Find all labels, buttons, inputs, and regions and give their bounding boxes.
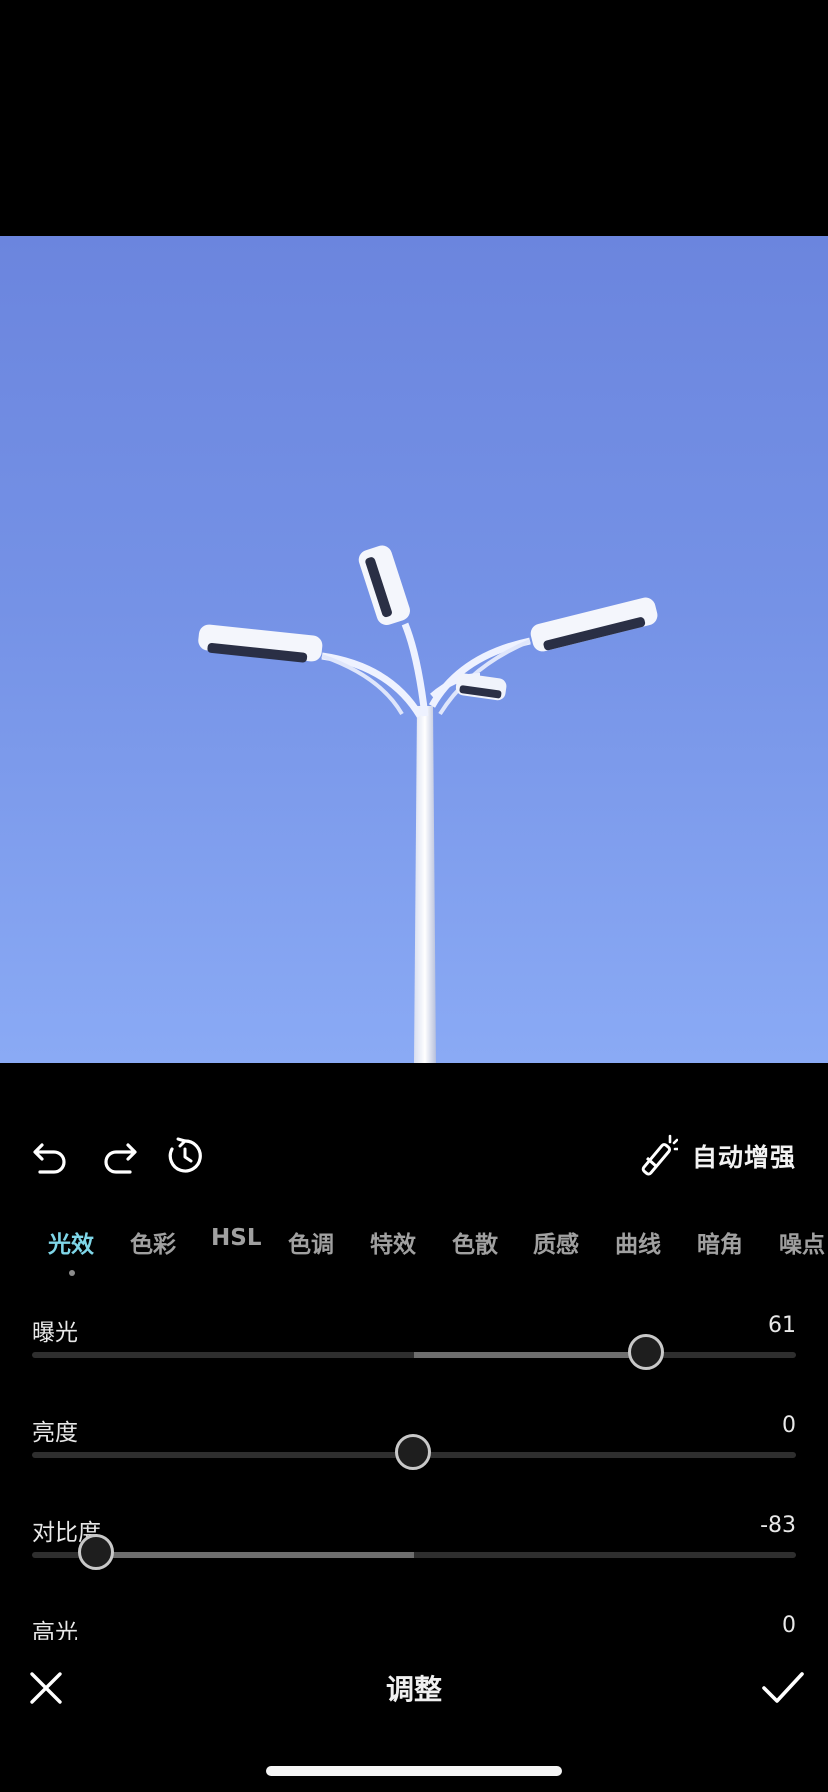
magic-wand-icon	[641, 1134, 678, 1176]
slider-highlights: 高光 0	[32, 1613, 796, 1641]
checkmark-icon[interactable]	[760, 1666, 806, 1710]
slider-fill	[414, 1352, 648, 1358]
slider-track[interactable]	[32, 1334, 796, 1370]
auto-enhance-button[interactable]: 自动增强	[636, 1131, 796, 1181]
slider-exposure: 曝光 61	[32, 1313, 796, 1403]
slider-fill	[96, 1552, 414, 1558]
tab-dispersion[interactable]: 色散	[452, 1225, 498, 1259]
undo-button[interactable]	[28, 1133, 74, 1179]
tab-light[interactable]: 光效	[48, 1225, 94, 1259]
slider-thumb[interactable]	[77, 1534, 114, 1570]
tab-noise[interactable]: 噪点	[779, 1225, 825, 1259]
slider-value: -83	[760, 1513, 796, 1538]
adjust-category-tabs: 光效 色彩 HSL 色调 特效 色散 质感 曲线 暗角 噪点	[0, 1225, 828, 1285]
home-indicator	[266, 1766, 562, 1776]
tab-texture[interactable]: 质感	[533, 1225, 579, 1259]
redo-button[interactable]	[96, 1133, 142, 1179]
auto-enhance-label: 自动增强	[691, 1143, 796, 1172]
edit-toolbar: 自动增强	[0, 1125, 828, 1185]
slider-track[interactable]	[32, 1434, 796, 1470]
slider-track[interactable]	[32, 1534, 796, 1570]
photo-preview	[0, 236, 828, 1063]
slider-brightness: 亮度 0	[32, 1413, 796, 1503]
tab-vignette[interactable]: 暗角	[697, 1225, 743, 1259]
tab-effects[interactable]: 特效	[370, 1225, 416, 1259]
tab-color[interactable]: 色彩	[130, 1225, 176, 1259]
history-reset-button[interactable]	[162, 1133, 208, 1179]
tab-hsl[interactable]: HSL	[211, 1225, 261, 1251]
slider-contrast: 对比度 -83	[32, 1513, 796, 1603]
slider-thumb[interactable]	[628, 1334, 665, 1370]
active-tab-indicator	[69, 1270, 75, 1276]
slider-label: 亮度	[32, 1420, 78, 1446]
slider-value: 0	[782, 1613, 796, 1638]
redo-icon	[104, 1143, 137, 1174]
street-lamp-image	[198, 545, 658, 1063]
slider-value: 61	[768, 1313, 796, 1338]
history-reset-icon	[168, 1137, 202, 1173]
slider-value: 0	[782, 1413, 796, 1438]
slider-label: 曝光	[32, 1320, 78, 1346]
undo-icon	[33, 1143, 66, 1174]
slider-label: 高光	[32, 1620, 78, 1641]
panel-title: 调整	[385, 1673, 442, 1706]
tab-tone[interactable]: 色调	[288, 1225, 334, 1259]
slider-thumb[interactable]	[395, 1434, 431, 1470]
bottom-action-bar: 调整	[0, 1640, 828, 1735]
tab-curves[interactable]: 曲线	[615, 1225, 661, 1259]
